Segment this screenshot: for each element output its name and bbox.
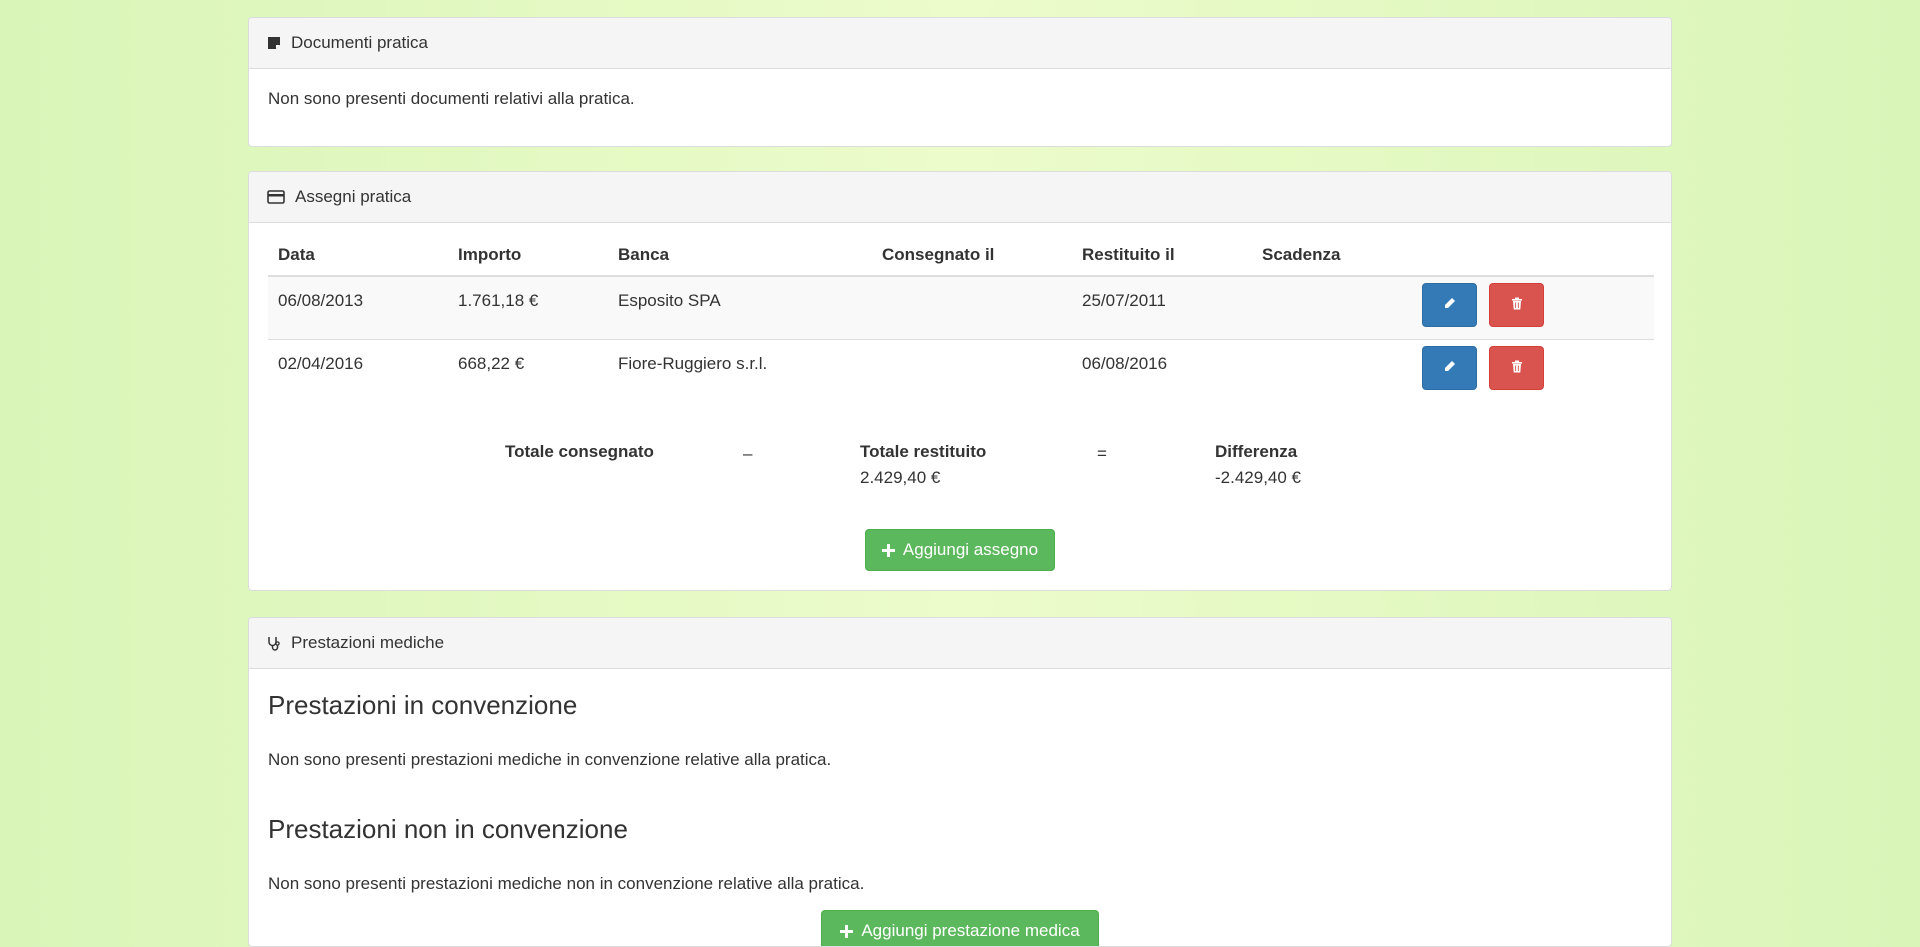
trash-icon [1511,358,1523,378]
column-header-banca: Banca [608,235,872,277]
add-prestazione-label: Aggiungi prestazione medica [861,921,1080,940]
table-row: 06/08/2013 1.761,18 € Esposito SPA 25/07… [268,276,1654,339]
total-restituito-label: Totale restituito [860,442,987,461]
documents-title: Documenti pratica [291,33,429,52]
pencil-icon [1443,358,1456,378]
table-header-row: Data Importo Banca Consegnato il Restitu… [268,235,1654,277]
cell-scadenza [1252,276,1412,339]
stethoscope-icon [267,636,281,651]
sticky-note-icon [267,36,281,50]
cell-banca: Fiore-Ruggiero s.r.l. [608,338,872,402]
checks-table: Data Importo Banca Consegnato il Restitu… [268,235,1654,402]
total-restituito: Totale restituito 2.429,40 € [860,442,986,488]
add-prestazione-button[interactable]: Aggiungi prestazione medica [821,910,1099,946]
column-header-data: Data [268,235,448,277]
checks-panel: Assegni pratica Data Importo Banca Conse… [248,171,1672,591]
documents-panel-heading: Documenti pratica [249,18,1671,69]
edit-button[interactable] [1422,283,1477,327]
cell-restituito: 25/07/2011 [1072,276,1252,339]
conv-empty-text: Non sono presenti prestazioni mediche in… [268,750,832,769]
credit-card-icon [267,190,285,204]
column-header-importo: Importo [448,235,608,277]
equals-sign: = [1097,444,1107,463]
cell-data: 02/04/2016 [268,338,448,402]
column-header-consegnato: Consegnato il [872,235,1072,277]
cell-actions [1412,276,1654,339]
nonconv-heading: Prestazioni non in convenzione [268,814,628,844]
total-differenza-label: Differenza [1215,442,1298,461]
total-differenza-value: -2.429,40 € [1215,468,1302,487]
trash-icon [1511,295,1523,315]
cell-restituito: 06/08/2016 [1072,338,1252,402]
delete-button[interactable] [1489,345,1544,390]
cell-actions [1412,338,1654,402]
cell-data: 06/08/2013 [268,276,448,339]
add-check-button[interactable]: Aggiungi assegno [865,529,1055,571]
conv-heading: Prestazioni in convenzione [268,690,578,720]
column-header-restituito: Restituito il [1072,235,1252,277]
checks-title: Assegni pratica [295,187,412,206]
total-differenza: Differenza -2.429,40 € [1215,442,1301,488]
add-check-label: Aggiungi assegno [902,540,1039,559]
column-header-scadenza: Scadenza [1252,235,1412,277]
prestazioni-panel-heading: Prestazioni mediche [249,618,1671,669]
minus-sign: – [743,444,753,463]
checks-panel-heading: Assegni pratica [249,172,1671,223]
nonconv-empty-text: Non sono presenti prestazioni mediche no… [268,874,865,893]
total-consegnato: Totale consegnato [505,442,654,468]
cell-scadenza [1252,338,1412,402]
cell-importo: 1.761,18 € [448,276,608,339]
column-header-actions [1412,235,1654,277]
total-consegnato-label: Totale consegnato [505,442,654,461]
total-restituito-value: 2.429,40 € [860,468,941,487]
cell-banca: Esposito SPA [608,276,872,339]
pencil-icon [1443,295,1456,315]
prestazioni-title: Prestazioni mediche [291,633,445,652]
documents-panel: Documenti pratica Non sono presenti docu… [248,17,1672,147]
table-row: 02/04/2016 668,22 € Fiore-Ruggiero s.r.l… [268,338,1654,402]
cell-consegnato [872,276,1072,339]
edit-button[interactable] [1422,345,1477,390]
delete-button[interactable] [1489,283,1544,327]
plus-icon [881,543,895,557]
documents-empty-text: Non sono presenti documenti relativi all… [268,89,635,108]
cell-consegnato [872,338,1072,402]
prestazioni-panel: Prestazioni mediche Prestazioni in conve… [248,617,1672,947]
plus-icon [840,924,854,938]
cell-importo: 668,22 € [448,338,608,402]
